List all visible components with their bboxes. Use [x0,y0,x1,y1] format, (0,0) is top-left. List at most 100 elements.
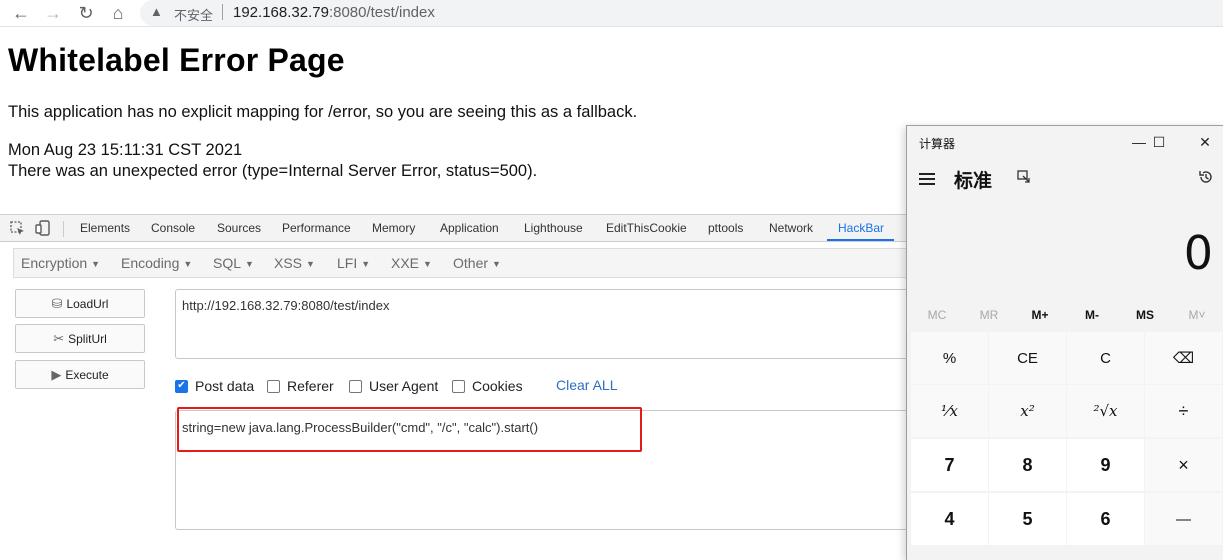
menu-other[interactable]: Other ▼ [453,255,501,271]
maximize-icon[interactable]: ☐ [1141,130,1177,154]
caret-down-icon: ▼ [183,259,193,269]
load-url-label: LoadUrl [66,296,109,311]
menu-lfi[interactable]: LFI ▼ [337,255,370,271]
tab-sources[interactable]: Sources [217,215,261,242]
active-tab-indicator [827,239,894,241]
cookies-checkbox[interactable]: Cookies [452,378,523,394]
tab-console[interactable]: Console [151,215,195,242]
backspace-icon: ⌫ [1172,350,1195,367]
menu-icon[interactable] [919,173,935,185]
minus-button[interactable]: — [1145,493,1222,545]
reciprocal-button[interactable]: ¹⁄x [911,385,988,437]
tab-application[interactable]: Application [440,215,499,242]
menu-encryption[interactable]: Encryption ▼ [21,255,100,271]
calculator-title: 计算器 [919,137,956,151]
forward-icon[interactable]: → [40,1,66,25]
tab-memory[interactable]: Memory [372,215,415,242]
page-title: Whitelabel Error Page [8,42,345,78]
clear-button[interactable]: C [1067,332,1144,384]
execute-button[interactable]: ▶ Execute [15,360,145,389]
calculator-window: 计算器 — ☐ ✕ 标准 0 MC MR M+ M- MS M˅ % CE C … [906,125,1223,560]
memory-subtract-button[interactable]: M- [1066,308,1118,322]
five-button[interactable]: 5 [989,493,1066,545]
tab-elements[interactable]: Elements [80,215,130,242]
tab-performance[interactable]: Performance [282,215,351,242]
load-icon: ⛁ [51,295,63,311]
cookies-label: Cookies [472,378,523,394]
error-message: This application has no explicit mapping… [8,103,638,121]
execute-label: Execute [65,367,109,382]
square-root-button[interactable]: ²√x [1067,385,1144,437]
caret-down-icon: ▼ [492,259,501,269]
clear-all-link[interactable]: Clear ALL [556,377,617,393]
six-button[interactable]: 6 [1067,493,1144,545]
inspect-element-icon[interactable] [8,219,26,237]
menu-xxe[interactable]: XXE ▼ [391,255,432,271]
square-button[interactable]: x² [989,385,1066,437]
split-url-button[interactable]: ✂ SplitUrl [15,324,145,353]
caret-down-icon: ▼ [361,259,371,269]
menu-encoding[interactable]: Encoding ▼ [121,255,192,271]
multiply-button[interactable]: × [1145,439,1222,491]
menu-encoding-label: Encoding [121,255,180,271]
calculator-display: 0 [1183,226,1213,280]
user-agent-label: User Agent [369,378,439,394]
not-secure-label[interactable]: 不安全 [174,5,213,24]
tab-pttools[interactable]: pttools [708,215,743,242]
checkbox-box [452,379,465,393]
back-icon[interactable]: ← [8,1,34,25]
tabbar-divider [63,221,64,237]
reload-icon[interactable]: ↻ [73,1,99,25]
referer-label: Referer [287,378,334,394]
seven-button[interactable]: 7 [911,439,988,491]
caret-down-icon: ▼ [245,259,254,269]
calculator-mode: 标准 [954,170,993,192]
divide-button[interactable]: ÷ [1145,385,1222,437]
keep-on-top-icon[interactable] [1017,170,1031,187]
menu-encryption-label: Encryption [21,255,88,271]
url-separator [222,4,223,20]
error-details: There was an unexpected error (type=Inte… [8,162,538,180]
menu-lfi-label: LFI [337,255,358,271]
four-button[interactable]: 4 [911,493,988,545]
tab-network[interactable]: Network [769,215,813,242]
browser-toolbar: ← → ↻ ⌂ ▲ 不安全 192.168.32.79:8080/test/in… [0,0,1223,27]
address-bar[interactable]: ▲ 不安全 192.168.32.79:8080/test/index [140,0,1223,26]
load-url-button[interactable]: ⛁ LoadUrl [15,289,145,318]
memory-clear-button[interactable]: MC [911,308,963,322]
menu-xss[interactable]: XSS ▼ [274,255,315,271]
menu-sql[interactable]: SQL ▼ [213,255,254,271]
url-text[interactable]: 192.168.32.79:8080/test/index [233,4,435,21]
url-path: :8080/test/index [328,4,435,21]
error-timestamp: Mon Aug 23 15:11:31 CST 2021 [8,141,243,159]
home-icon[interactable]: ⌂ [105,1,131,25]
referer-checkbox[interactable]: Referer [267,378,334,394]
device-toolbar-icon[interactable] [34,219,52,237]
post-data-label: Post data [195,378,255,394]
user-agent-checkbox[interactable]: User Agent [349,378,438,394]
caret-down-icon: ▼ [306,259,315,269]
tab-editthiscookie[interactable]: EditThisCookie [606,215,687,242]
memory-recall-button[interactable]: MR [963,308,1015,322]
memory-store-button[interactable]: MS [1119,308,1171,322]
tab-lighthouse[interactable]: Lighthouse [524,215,583,242]
backspace-button[interactable]: ⌫ [1145,332,1222,384]
checkbox-box [267,379,280,393]
close-icon[interactable]: ✕ [1187,130,1223,154]
clear-entry-button[interactable]: CE [989,332,1066,384]
post-data-checkbox[interactable]: ✔ Post data [175,378,254,394]
tab-hackbar[interactable]: HackBar [838,215,884,242]
memory-list-button[interactable]: M˅ [1171,308,1223,322]
split-url-label: SplitUrl [68,331,107,346]
memory-add-button[interactable]: M+ [1014,308,1066,322]
checkmark-icon: ✔ [175,379,188,393]
url-host: 192.168.32.79 [233,4,329,21]
percent-button[interactable]: % [911,332,988,384]
highlight-box [177,407,642,452]
play-icon: ▶ [51,366,62,382]
nine-button[interactable]: 9 [1067,439,1144,491]
eight-button[interactable]: 8 [989,439,1066,491]
checkbox-box [349,379,362,393]
history-icon[interactable] [1198,169,1214,190]
url-textarea[interactable]: http://192.168.32.79:8080/test/index [175,289,910,359]
